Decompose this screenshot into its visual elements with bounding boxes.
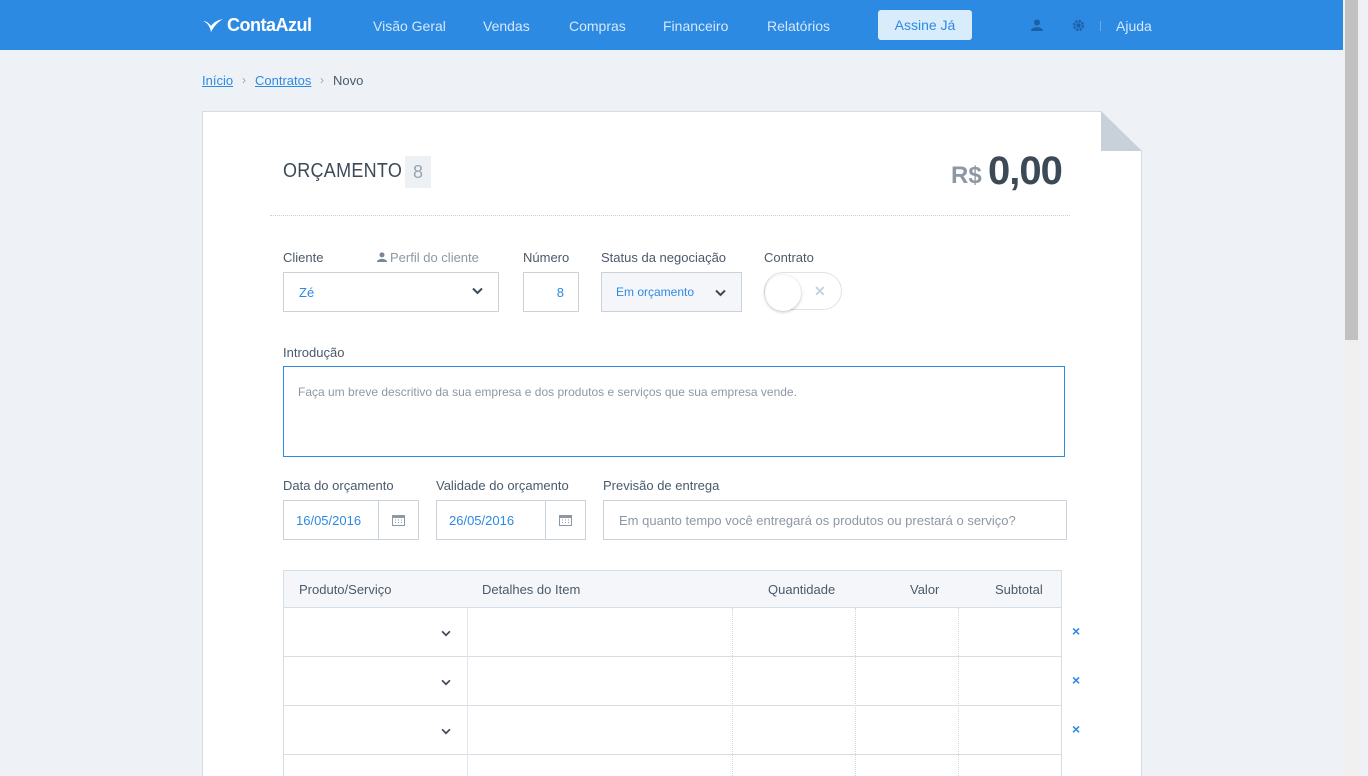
- column-divider: [958, 608, 959, 776]
- data-orcamento-value: 16/05/2016: [296, 512, 362, 528]
- chevron-down-icon[interactable]: [441, 630, 451, 637]
- calendar-icon[interactable]: [545, 500, 585, 540]
- breadcrumb-home[interactable]: Início: [202, 73, 233, 88]
- calendar-icon[interactable]: [378, 500, 418, 540]
- column-divider: [855, 608, 856, 776]
- nav-visao-geral[interactable]: Visão Geral: [373, 18, 446, 34]
- table-row[interactable]: [283, 608, 1062, 657]
- column-quantidade: Quantidade: [768, 582, 836, 597]
- validade-value: 26/05/2016: [449, 512, 515, 528]
- page-fold-corner: [1101, 111, 1142, 151]
- column-valor: Valor: [910, 582, 940, 597]
- column-divider: [467, 608, 468, 776]
- toggle-off-icon: ✕: [814, 283, 826, 299]
- nav-divider: [1100, 21, 1101, 31]
- nav-relatorios[interactable]: Relatórios: [767, 18, 830, 34]
- user-icon[interactable]: [1030, 18, 1044, 32]
- numero-value: 8: [556, 284, 564, 300]
- chevron-down-icon: [715, 289, 726, 297]
- introducao-placeholder: Faça um breve descritivo da sua empresa …: [298, 385, 797, 399]
- nav-vendas[interactable]: Vendas: [483, 18, 530, 34]
- introducao-label: Introdução: [283, 345, 345, 360]
- title-divider: [270, 215, 1070, 216]
- brand-logo[interactable]: ContaAzul: [202, 13, 312, 37]
- column-detalhes: Detalhes do Item: [482, 582, 581, 597]
- user-icon: [377, 252, 387, 262]
- currency-symbol: R$: [951, 162, 982, 189]
- breadcrumb-separator: ›: [242, 73, 246, 87]
- previsao-label: Previsão de entrega: [603, 478, 720, 493]
- document-number-badge: 8: [405, 156, 431, 188]
- table-row[interactable]: [283, 706, 1062, 755]
- cliente-select[interactable]: Zé: [283, 272, 499, 312]
- remove-row-icon[interactable]: ×: [1072, 623, 1080, 639]
- status-label: Status da negociação: [601, 250, 727, 265]
- document-sheet-edge: [1141, 150, 1142, 776]
- toggle-knob[interactable]: [765, 275, 801, 311]
- help-link[interactable]: Ajuda: [1116, 18, 1152, 34]
- brand-name: ContaAzul: [227, 14, 312, 35]
- table-row[interactable]: [283, 657, 1062, 706]
- numero-input[interactable]: 8: [523, 272, 579, 312]
- logo-wing-icon: [203, 19, 223, 32]
- table-row[interactable]: [283, 755, 1062, 776]
- breadcrumb-current: Novo: [333, 73, 364, 88]
- subscribe-button[interactable]: Assine Já: [878, 10, 972, 40]
- cliente-value: Zé: [299, 284, 315, 300]
- column-divider: [732, 608, 733, 776]
- data-orcamento-label: Data do orçamento: [283, 478, 394, 493]
- window-edge: [1360, 0, 1368, 776]
- scrollbar-thumb[interactable]: [1345, 0, 1358, 340]
- items-table-header: [283, 570, 1062, 608]
- breadcrumb-separator: ›: [320, 73, 324, 87]
- status-value: Em orçamento: [616, 285, 695, 299]
- cliente-label: Cliente: [283, 250, 324, 265]
- chevron-down-icon: [472, 287, 483, 295]
- column-subtotal: Subtotal: [995, 582, 1043, 597]
- chevron-down-icon[interactable]: [441, 679, 451, 686]
- column-produto: Produto/Serviço: [299, 582, 392, 597]
- contrato-label: Contrato: [764, 250, 814, 265]
- validade-label: Validade do orçamento: [436, 478, 569, 493]
- numero-label: Número: [523, 250, 570, 265]
- gear-icon[interactable]: [1071, 18, 1085, 32]
- page-title: ORÇAMENTO: [283, 160, 403, 182]
- remove-row-icon[interactable]: ×: [1072, 672, 1080, 688]
- previsao-input[interactable]: Em quanto tempo você entregará os produt…: [603, 500, 1067, 540]
- remove-row-icon[interactable]: ×: [1072, 721, 1080, 737]
- breadcrumb-contratos[interactable]: Contratos: [255, 73, 311, 88]
- perfil-cliente-link[interactable]: Perfil do cliente: [377, 250, 479, 265]
- introducao-textarea[interactable]: Faça um breve descritivo da sua empresa …: [283, 366, 1065, 457]
- chevron-down-icon[interactable]: [441, 728, 451, 735]
- total-amount: 0,00: [988, 149, 1063, 193]
- nav-financeiro[interactable]: Financeiro: [663, 18, 728, 34]
- nav-compras[interactable]: Compras: [569, 18, 626, 34]
- previsao-placeholder: Em quanto tempo você entregará os produt…: [619, 512, 1016, 528]
